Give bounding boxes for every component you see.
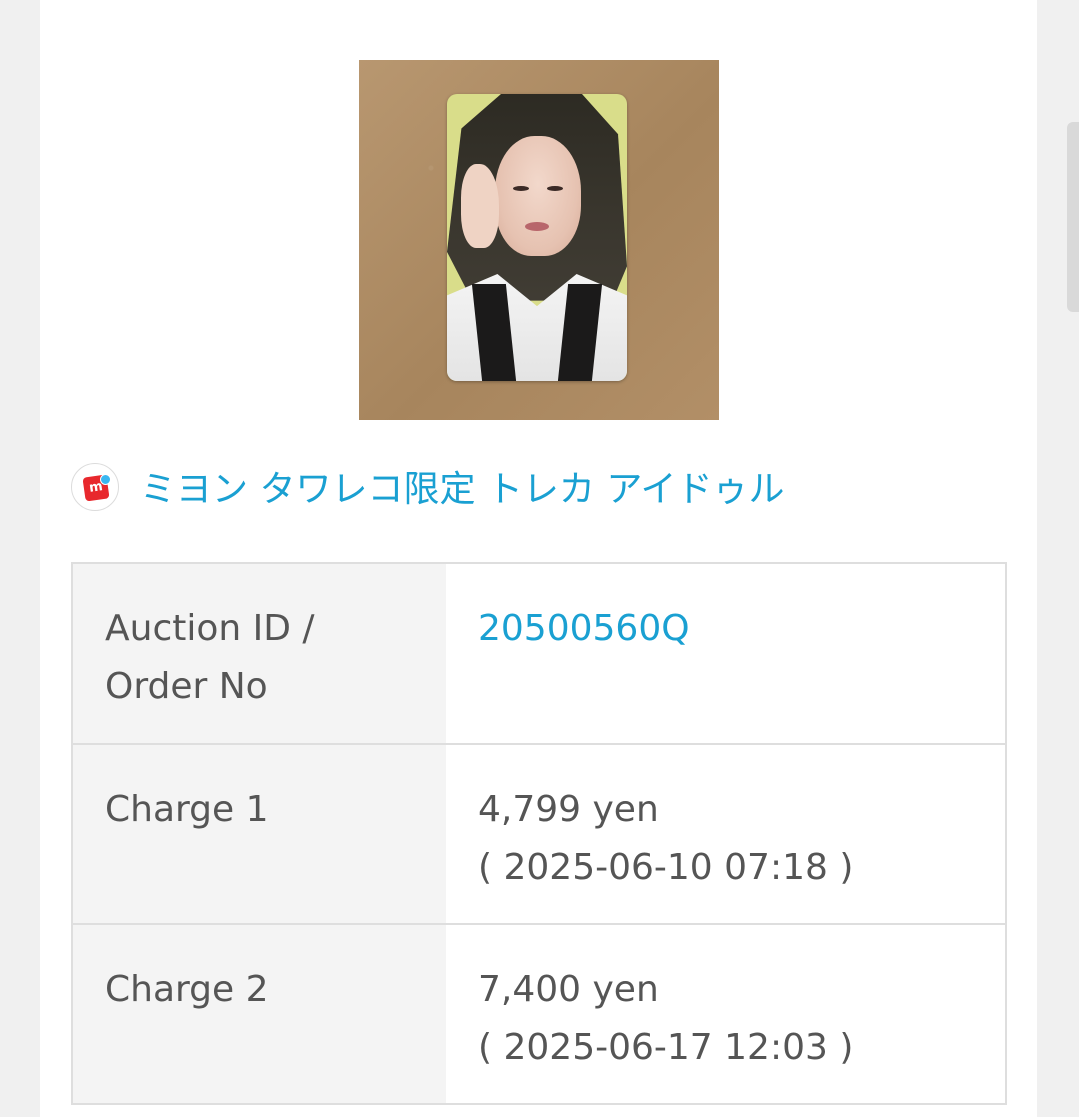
eye-right-shape [547,186,563,191]
charge-2-amount: 7,400 yen [478,969,659,1010]
hand-shape [461,164,499,248]
charge-1-date: ( 2025-06-10 07:18 ) [478,847,854,888]
product-photo[interactable] [359,60,719,420]
photocard-image [447,94,627,381]
charge-2-date: ( 2025-06-17 12:03 ) [478,1027,854,1068]
charge-1-label-text: Charge 1 [105,789,269,830]
lips-shape [525,222,549,231]
item-title-link[interactable]: ミヨン タワレコ限定 トレカ アイドゥル [140,468,785,512]
auction-id-value[interactable]: 20500560Q [446,564,1005,743]
auction-id-label: Auction ID / Order No [73,564,446,743]
face-shape [495,136,581,256]
table-row: Auction ID / Order No 20500560Q [73,564,1005,745]
eye-left-shape [513,186,529,191]
page: m ミヨン タワレコ限定 トレカ アイドゥル Auction ID / Orde… [0,0,1079,1117]
mercari-logo-icon: m [71,463,119,511]
table-row: Charge 2 7,400 yen ( 2025-06-17 12:03 ) [73,925,1005,1103]
auction-id-link[interactable]: 20500560Q [478,600,975,658]
charge-2-label-text: Charge 2 [105,969,269,1010]
charge-2-value: 7,400 yen ( 2025-06-17 12:03 ) [446,925,1005,1103]
auction-id-label-text: Auction ID / Order No [105,608,315,707]
table-row: Charge 1 4,799 yen ( 2025-06-10 07:18 ) [73,745,1005,925]
scrollbar[interactable] [1067,122,1079,312]
charge-1-amount: 4,799 yen [478,789,659,830]
mercari-dot-icon [100,474,111,485]
charge-2-label: Charge 2 [73,925,446,1103]
charge-1-value: 4,799 yen ( 2025-06-10 07:18 ) [446,745,1005,923]
order-details-table: Auction ID / Order No 20500560Q Charge 1… [71,562,1007,1105]
charge-1-label: Charge 1 [73,745,446,923]
